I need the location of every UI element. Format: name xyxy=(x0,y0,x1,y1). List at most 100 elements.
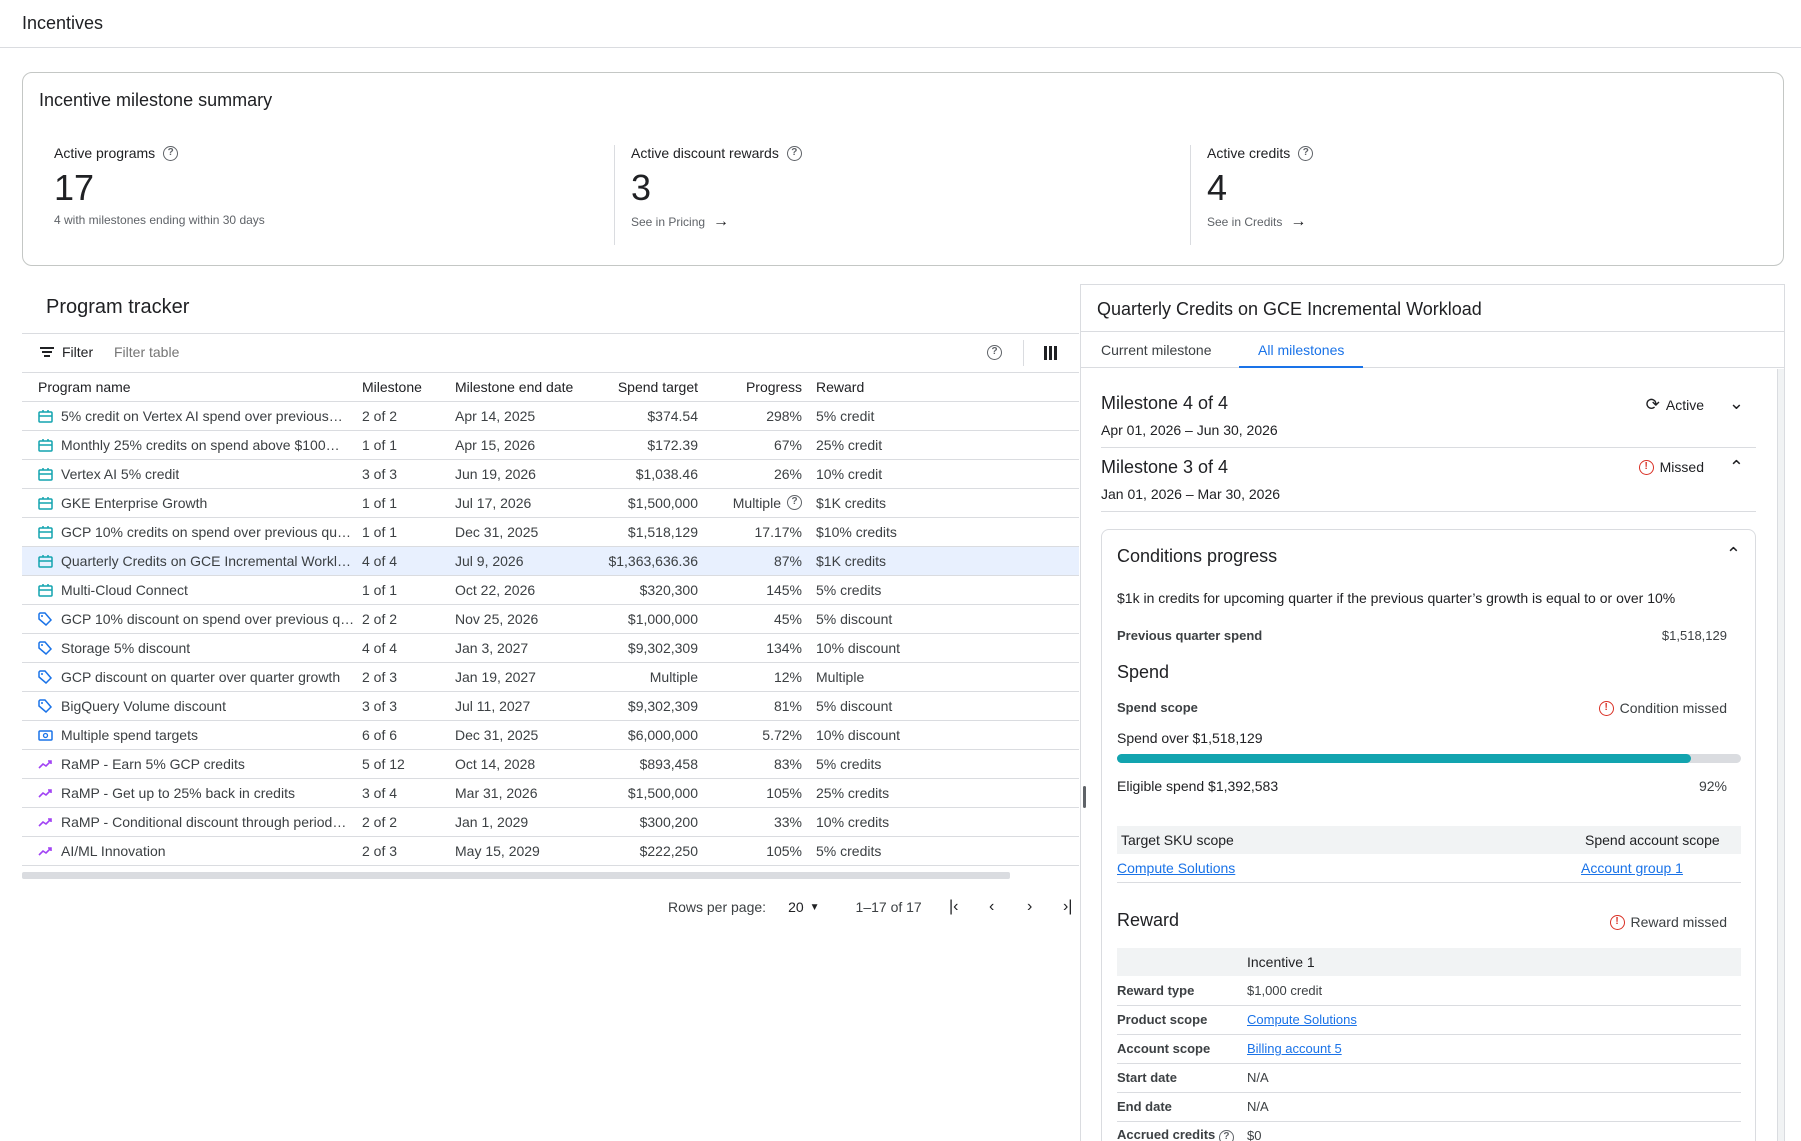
cell-milestone: 1 of 1 xyxy=(362,517,455,547)
cell-reward: 5% credits xyxy=(816,575,1079,605)
chevron-down-icon[interactable]: ⌄ xyxy=(1729,393,1744,414)
table-header-row: Program name Milestone Milestone end dat… xyxy=(22,373,1079,402)
cell-milestone: 3 of 4 xyxy=(362,778,455,808)
cell-reward: 10% discount xyxy=(816,720,1079,750)
table-row[interactable]: GCP 10% discount on spend over previous … xyxy=(22,604,1079,634)
gift-card-icon xyxy=(38,496,53,510)
reward-title: Reward xyxy=(1117,910,1180,930)
table-row[interactable]: GKE Enterprise Growth 1 of 1 Jul 17, 2026 $… xyxy=(22,488,1079,518)
filter-table-input[interactable] xyxy=(114,344,414,360)
table-row[interactable]: 5% credit on Vertex AI spend over previo… xyxy=(22,401,1079,431)
reward-label: Accrued credits xyxy=(1117,1126,1216,1141)
reward-row: Account scope Billing account 5 xyxy=(1117,1034,1741,1064)
cell-end-date: May 15, 2029 xyxy=(455,836,594,866)
column-display-icon[interactable] xyxy=(1044,346,1058,360)
vertical-scrollbar[interactable] xyxy=(1777,369,1784,1141)
first-page-icon[interactable]: |‹ xyxy=(948,898,960,916)
cell-spend-target: $9,302,309 xyxy=(594,633,698,663)
table-row[interactable]: GCP 10% credits on spend over previous q… xyxy=(22,517,1079,547)
cell-milestone: 3 of 3 xyxy=(362,459,455,489)
metric-subtext: 4 with milestones ending within 30 days xyxy=(54,213,265,227)
cell-progress: 67% xyxy=(773,436,802,453)
chevron-up-icon[interactable]: ⌃ xyxy=(1729,457,1744,478)
table-row[interactable]: Monthly 25% credits on spend above $100…… xyxy=(22,430,1079,460)
program-tracker-table: Program name Milestone Milestone end dat… xyxy=(22,373,1079,866)
table-row[interactable]: Vertex AI 5% credit 3 of 3 Jun 19, 2026 $1,… xyxy=(22,459,1079,489)
tab-current-milestone[interactable]: Current milestone xyxy=(1101,342,1212,358)
link-label: See in Credits xyxy=(1207,215,1283,229)
eligible-percent: 92% xyxy=(1698,778,1727,794)
reward-label: Account scope xyxy=(1117,1041,1211,1056)
reward-label: Start date xyxy=(1117,1070,1177,1085)
error-icon: ! xyxy=(1598,700,1614,716)
trending-up-icon xyxy=(38,786,53,800)
see-in-pricing-link[interactable]: See in Pricing → xyxy=(631,213,802,231)
cell-end-date: Jul 9, 2026 xyxy=(455,546,594,576)
cell-progress: 105% xyxy=(766,784,802,801)
table-row[interactable]: Multiple spend targets 6 of 6 Dec 31, 2025… xyxy=(22,720,1079,750)
table-row[interactable]: Storage 5% discount 4 of 4 Jan 3, 2027 $9,3… xyxy=(22,633,1079,663)
cell-end-date: Mar 31, 2026 xyxy=(455,778,594,808)
cell-progress: Multiple xyxy=(732,494,781,511)
help-icon[interactable]: ? xyxy=(1298,145,1314,161)
reward-label: Product scope xyxy=(1117,1012,1208,1027)
billing-account-link[interactable]: Billing account 5 xyxy=(1247,1041,1342,1056)
next-page-icon[interactable]: › xyxy=(1024,898,1036,916)
milestone-item[interactable]: Milestone 3 of 4 Jan 01, 2026 – Mar 30, … xyxy=(1101,457,1756,502)
cell-progress: 81% xyxy=(773,697,802,714)
table-row[interactable]: BigQuery Volume discount 3 of 3 Jul 11, 20… xyxy=(22,691,1079,721)
cell-milestone: 1 of 1 xyxy=(362,488,455,518)
milestone-item[interactable]: Milestone 4 of 4 Apr 01, 2026 – Jun 30, … xyxy=(1101,393,1756,438)
help-icon[interactable]: ? xyxy=(786,145,802,161)
table-row[interactable]: RaMP - Get up to 25% back in credits 3 of… xyxy=(22,778,1079,808)
table-row[interactable]: RaMP - Earn 5% GCP credits 5 of 12 Oct 14,… xyxy=(22,749,1079,779)
help-icon[interactable]: ? xyxy=(163,145,179,161)
cell-progress: 12% xyxy=(773,668,802,685)
column-header-program-name[interactable]: Program name xyxy=(22,373,362,402)
help-icon[interactable]: ? xyxy=(1218,1129,1234,1141)
cell-milestone: 3 of 3 xyxy=(362,691,455,721)
column-header-reward[interactable]: Reward xyxy=(816,373,1079,402)
column-header-milestone-end-date[interactable]: Milestone end date xyxy=(455,373,594,402)
help-icon[interactable]: ? xyxy=(787,495,802,510)
cell-milestone: 1 of 1 xyxy=(362,430,455,460)
reward-row: End date N/A xyxy=(1117,1092,1741,1122)
cell-milestone: 5 of 12 xyxy=(362,749,455,779)
see-in-credits-link[interactable]: See in Credits → xyxy=(1207,213,1313,231)
column-header-milestone[interactable]: Milestone xyxy=(362,373,455,402)
table-row[interactable]: RaMP - Conditional discount through peri… xyxy=(22,807,1079,837)
milestone-dates: Jan 01, 2026 – Mar 30, 2026 xyxy=(1101,486,1281,502)
cell-reward: 10% credits xyxy=(816,807,1079,837)
table-row[interactable]: Multi-Cloud Connect 1 of 1 Oct 22, 2026 $32… xyxy=(22,575,1079,605)
trending-up-icon xyxy=(38,757,53,771)
rows-per-page-select[interactable]: 20 ▼ xyxy=(788,899,819,915)
cell-spend-target: $1,500,000 xyxy=(594,488,698,518)
filter-button[interactable]: Filter xyxy=(40,344,93,360)
compute-solutions-link[interactable]: Compute Solutions xyxy=(1117,860,1235,876)
reward-status: Reward missed xyxy=(1630,914,1727,930)
cell-progress: 26% xyxy=(773,465,802,482)
last-page-icon[interactable]: ›| xyxy=(1062,898,1074,916)
previous-page-icon[interactable]: ‹ xyxy=(986,898,998,916)
table-row[interactable]: Quarterly Credits on GCE Incremental Wor… xyxy=(22,546,1079,576)
cell-program-name: 5% credit on Vertex AI spend over previo… xyxy=(61,407,343,424)
kv-value: $1,518,129 xyxy=(1661,628,1727,643)
horizontal-scrollbar[interactable] xyxy=(22,872,1010,879)
chevron-up-icon[interactable]: ⌃ xyxy=(1726,544,1741,565)
page-title: Incentives xyxy=(22,13,104,33)
product-scope-link[interactable]: Compute Solutions xyxy=(1247,1012,1357,1027)
help-icon[interactable]: ? xyxy=(987,345,1002,360)
cell-end-date: Jul 17, 2026 xyxy=(455,488,594,518)
cell-spend-target: $222,250 xyxy=(594,836,698,866)
column-header-progress[interactable]: Progress xyxy=(698,373,816,402)
table-row[interactable]: GCP discount on quarter over quarter gro… xyxy=(22,662,1079,692)
tab-all-milestones[interactable]: All milestones xyxy=(1239,342,1364,368)
table-row[interactable]: AI/ML Innovation 2 of 3 May 15, 2029 $222,… xyxy=(22,836,1079,866)
column-header-spend-target[interactable]: Spend target xyxy=(594,373,698,402)
account-group-link[interactable]: Account group 1 xyxy=(1581,860,1683,876)
kv-label: Previous quarter spend xyxy=(1117,628,1263,643)
filter-icon xyxy=(40,346,54,358)
cell-reward: 10% discount xyxy=(816,633,1079,663)
cell-milestone: 2 of 3 xyxy=(362,836,455,866)
cell-end-date: Jan 3, 2027 xyxy=(455,633,594,663)
